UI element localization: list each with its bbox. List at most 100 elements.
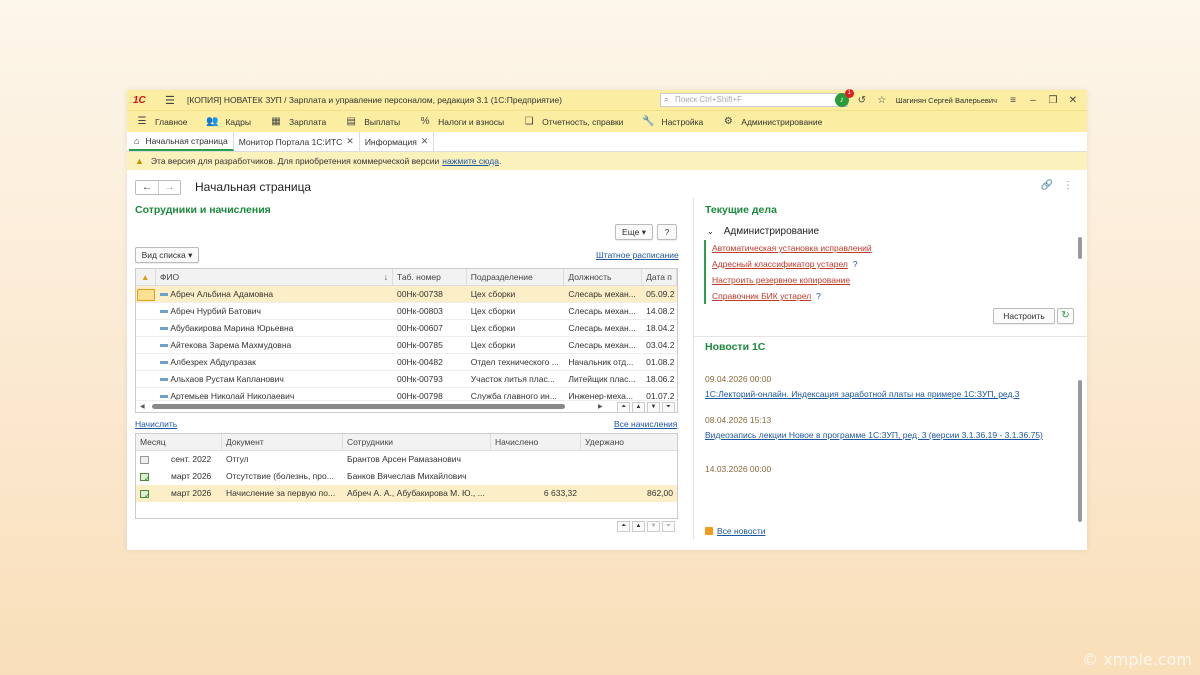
sections-panel: ☰ Главное 👥 Кадры ▦ Зарплата ▤ Выплаты % Нало… [127, 110, 1087, 132]
task-item: Автоматическая установка исправлений [712, 240, 872, 256]
section-hr[interactable]: 👥 Кадры [205, 116, 251, 127]
hire-date: 18.06.2 [646, 374, 675, 384]
selected-row-marker [137, 288, 155, 301]
tasks-scrollbar[interactable] [1078, 237, 1082, 259]
news-link[interactable]: 1С:Лекторий-онлайн. Индексация заработно… [705, 389, 1020, 399]
task-link[interactable]: Настроить резервное копирование [712, 275, 850, 285]
configure-button[interactable]: Настроить [993, 308, 1055, 324]
table-row[interactable]: март 2026 Начисление за первую по... Абр… [136, 485, 677, 502]
more-button[interactable]: Еще ▾ [615, 224, 653, 240]
column-header-accrued[interactable]: Начислено [491, 434, 581, 450]
all-accruals-link[interactable]: Все начисления [614, 419, 677, 429]
table-row[interactable]: Абреч Альбина Адамовна 00Нк-00738 Цех сб… [136, 286, 677, 303]
column-header-position[interactable]: Должность [564, 269, 643, 285]
employee-name: Альхаов Рустам Капланович [170, 374, 284, 384]
section-taxes[interactable]: % Налоги и взносы [418, 116, 505, 127]
column-header-document[interactable]: Документ [222, 434, 343, 450]
column-header-withheld[interactable]: Удержано [581, 434, 677, 450]
link-icon[interactable]: 🔗 [1041, 180, 1053, 191]
view-list-button[interactable]: Вид списка ▾ [135, 247, 199, 263]
scrollbar-thumb[interactable] [152, 404, 565, 409]
employee-name: Албезрех Абдулразак [170, 357, 256, 367]
table-row[interactable]: Абубакирова Марина Юрьевна 00Нк-00607 Це… [136, 320, 677, 337]
tab-home[interactable]: ⌂ Начальная страница [129, 132, 234, 151]
column-header-fio[interactable]: ФИО ↓ [156, 269, 394, 285]
task-item: Настроить резервное копирование [712, 272, 872, 288]
back-arrow-icon[interactable]: ← [136, 181, 158, 194]
all-news-link[interactable]: Все новости [717, 526, 765, 536]
table-row[interactable]: Айтекова Зарема Махмудовна 00Нк-00785 Це… [136, 337, 677, 354]
news-scrollbar[interactable] [1078, 380, 1082, 522]
settings-menu-icon[interactable]: ≡ [1003, 95, 1023, 106]
first-page-icon[interactable]: ⏶ [617, 521, 630, 532]
section-admin[interactable]: ⚙ Администрирование [721, 116, 823, 127]
section-label: Настройка [661, 116, 704, 127]
task-link[interactable]: Справочник БИК устарел [712, 291, 811, 301]
main-menu-icon[interactable]: ☰ [165, 94, 179, 107]
column-divider [693, 198, 694, 540]
tab-information[interactable]: Информация ✕ [360, 132, 435, 151]
more-actions-icon[interactable]: ⋮ [1063, 180, 1073, 191]
minimize-icon[interactable]: – [1023, 95, 1043, 106]
posted-document-icon [140, 487, 151, 502]
position: Слесарь механ... [568, 289, 636, 299]
task-link[interactable]: Автоматическая установка исправлений [712, 243, 872, 253]
open-windows-tabs: ⌂ Начальная страница Монитор Портала 1С:И… [127, 132, 1087, 152]
task-link[interactable]: Адресный классификатор устарел [712, 259, 848, 269]
close-icon[interactable]: ✕ [1063, 95, 1083, 106]
task-help[interactable]: ? [816, 291, 821, 301]
last-page-icon[interactable]: ⏷ [662, 402, 675, 412]
notifications-icon[interactable]: ♪ 1 [834, 89, 854, 107]
section-payments[interactable]: ▤ Выплаты [344, 116, 400, 127]
table-row[interactable]: Албезрех Абдулразак 00Нк-00482 Отдел тех… [136, 354, 677, 371]
refresh-icon[interactable]: ↻ [1057, 308, 1074, 324]
page-up-icon[interactable]: ▲ [632, 402, 645, 412]
first-page-icon[interactable]: ⏶ [617, 402, 630, 412]
news-link[interactable]: Видеозапись лекции Новое в программе 1С:… [705, 430, 1043, 440]
section-label: Выплаты [364, 116, 401, 127]
accrue-link[interactable]: Начислить [135, 419, 177, 429]
column-header-tab[interactable]: Таб. номер [393, 269, 467, 285]
column-header-month[interactable]: Месяц [136, 434, 222, 450]
section-divider [693, 336, 1087, 337]
buy-link[interactable]: нажмите сюда [442, 156, 499, 166]
section-salary[interactable]: ▦ Зарплата [269, 116, 326, 127]
forward-arrow-icon[interactable]: → [158, 180, 180, 194]
history-icon[interactable]: ↺ [852, 95, 872, 106]
user-name[interactable]: Шагинян Сергей Валерьевич [896, 96, 997, 105]
staff-schedule-link[interactable]: Штатное расписание [596, 250, 679, 260]
scroll-right-icon[interactable]: ▶ [598, 403, 603, 410]
close-tab-icon[interactable]: ✕ [421, 136, 429, 147]
task-item: Справочник БИК устарел? [712, 288, 872, 304]
page-down-icon[interactable]: ▼ [647, 402, 660, 412]
month: март 2026 [171, 471, 212, 481]
page-up-icon[interactable]: ▲ [632, 521, 645, 532]
horizontal-scrollbar[interactable]: ◀ ▶ ⏶ ▲ ▼ ⏷ [136, 400, 677, 412]
table-row[interactable]: март 2026 Отсутствие (болезнь, про... Ба… [136, 468, 677, 485]
last-page-icon[interactable]: ⏷ [662, 521, 675, 532]
table-row[interactable]: сент. 2022 Отгул Брантов Арсен Рамазанов… [136, 451, 677, 468]
section-reports[interactable]: ❏ Отчетность, справки [522, 116, 624, 127]
task-help[interactable]: ? [853, 259, 858, 269]
tasks-group-admin[interactable]: ⌄ Администрирование [707, 226, 819, 237]
global-search-input[interactable]: ⌕ Поиск Ctrl+Shift+F [660, 93, 848, 107]
table-row[interactable]: Альхаов Рустам Капланович 00Нк-00793 Уча… [136, 371, 677, 388]
accrued [491, 468, 581, 485]
section-settings[interactable]: 🔧 Настройка [641, 116, 703, 127]
close-tab-icon[interactable]: ✕ [346, 136, 354, 147]
favorites-star-icon[interactable]: ☆ [872, 95, 892, 106]
column-header-date[interactable]: Дата п [642, 269, 677, 285]
news-date: 08.04.2026 15:13 [705, 415, 772, 425]
section-main[interactable]: ☰ Главное [135, 116, 188, 127]
scroll-left-icon[interactable]: ◀ [140, 403, 145, 410]
maximize-icon[interactable]: ❐ [1043, 95, 1063, 106]
section-label: Главное [155, 116, 188, 127]
table-row[interactable]: Абреч Нурбий Батович 00Нк-00803 Цех сбор… [136, 303, 677, 320]
position: Литейщик плас... [568, 374, 636, 384]
page-down-icon[interactable]: ▼ [647, 521, 660, 532]
column-header-department[interactable]: Подразделение [467, 269, 565, 285]
app-window: 1С ☰ [КОПИЯ] НОВАТЕК ЗУП / Зарплата и уп… [127, 89, 1087, 550]
tab-its-monitor[interactable]: Монитор Портала 1С:ИТС ✕ [234, 132, 360, 151]
column-header-employees[interactable]: Сотрудники [343, 434, 491, 450]
help-button[interactable]: ? [657, 224, 677, 240]
